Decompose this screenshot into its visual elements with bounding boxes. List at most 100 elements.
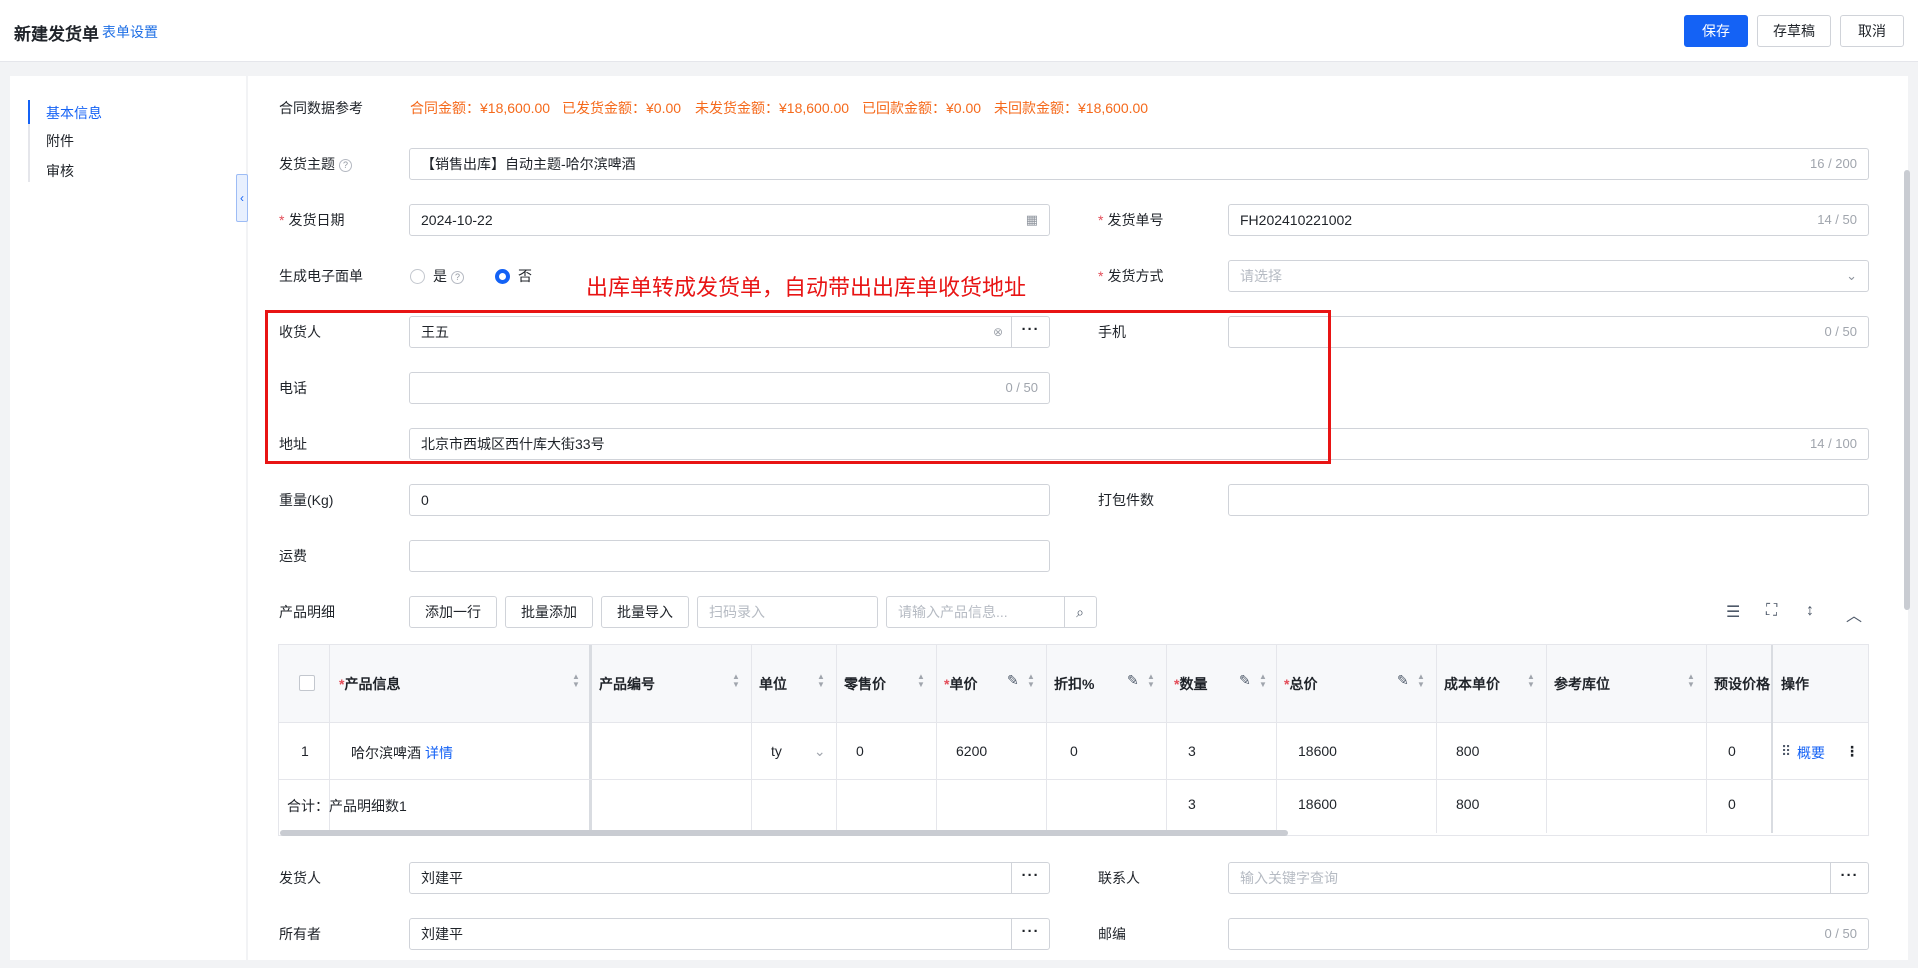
sidebar-item-review[interactable]: 审核 xyxy=(28,160,74,182)
col-total[interactable]: *总价 xyxy=(1284,674,1317,694)
sidebar-item-attachments[interactable]: 附件 xyxy=(28,130,74,152)
e-waybill-no-option[interactable]: 否 xyxy=(495,266,532,286)
help-icon[interactable]: ? xyxy=(451,271,464,284)
ship-date-label-text: 发货日期 xyxy=(288,212,345,228)
collapse-up-icon[interactable]: ︿ xyxy=(1846,602,1862,626)
ship-no-value: FH202410221002 xyxy=(1240,212,1353,228)
col-product-info[interactable]: *产品信息 xyxy=(339,674,400,694)
sort-icon[interactable]: ▲ ▼ xyxy=(1259,673,1267,689)
postcode-input[interactable]: 0 / 50 xyxy=(1228,918,1869,950)
contract-amount: 合同金额：¥18,600.00 xyxy=(410,100,551,116)
save-button[interactable]: 保存 xyxy=(1684,15,1748,47)
mobile-count: 0 / 50 xyxy=(1824,324,1857,339)
subject-input[interactable]: 【销售出库】自动主题-哈尔滨啤酒 16 / 200 xyxy=(409,148,1869,180)
total[interactable]: 18600 xyxy=(1298,743,1337,759)
unit-price[interactable]: 6200 xyxy=(956,743,987,759)
postcode-count: 0 / 50 xyxy=(1824,926,1857,941)
freight-input[interactable] xyxy=(409,540,1050,572)
sort-icon[interactable]: ▲ ▼ xyxy=(572,673,580,689)
more-vertical-icon[interactable]: ⋮ xyxy=(1845,743,1859,760)
more-icon[interactable]: ··· xyxy=(1830,863,1868,893)
contact-input[interactable]: 输入关键字查询 ··· xyxy=(1228,862,1869,894)
fullscreen-icon[interactable]: ⛶ xyxy=(1766,602,1777,620)
col-preset-price[interactable]: 预设价格 xyxy=(1714,674,1770,694)
ship-date-value: 2024-10-22 xyxy=(421,212,493,228)
discount[interactable]: 0 xyxy=(1070,743,1078,759)
sort-icon[interactable]: ▲ ▼ xyxy=(817,673,825,689)
col-discount[interactable]: 折扣% xyxy=(1054,674,1094,694)
sidebar-item-basic-info[interactable]: 基本信息 xyxy=(28,102,102,124)
sort-icon[interactable]: ▲ ▼ xyxy=(1527,673,1535,689)
highlight-box xyxy=(265,310,1331,464)
radio-no-label: 否 xyxy=(518,268,532,284)
calendar-icon[interactable]: ▦ xyxy=(1026,205,1038,235)
ship-date-picker[interactable]: 2024-10-22 ▦ xyxy=(409,204,1050,236)
col-unit[interactable]: 单位 xyxy=(759,674,787,694)
bulk-add-button[interactable]: 批量添加 xyxy=(505,596,593,628)
expand-vertical-icon[interactable]: ↕ xyxy=(1806,602,1814,620)
cost-price[interactable]: 800 xyxy=(1456,743,1479,759)
edit-icon[interactable]: ✎ xyxy=(1007,672,1019,689)
col-divider xyxy=(1166,645,1167,833)
product-search-input[interactable]: 请输入产品信息... ⌕ xyxy=(886,596,1097,628)
ship-no-input[interactable]: FH202410221002 14 / 50 xyxy=(1228,204,1869,236)
ship-method-placeholder: 请选择 xyxy=(1240,268,1282,284)
edit-icon[interactable]: ✎ xyxy=(1127,672,1139,689)
sort-icon[interactable]: ▲ ▼ xyxy=(917,673,925,689)
search-icon[interactable]: ⌕ xyxy=(1064,597,1096,627)
shipper-value: 刘建平 xyxy=(421,870,463,886)
unit-value: ty xyxy=(771,743,782,759)
col-divider xyxy=(1276,645,1277,833)
help-icon[interactable]: ? xyxy=(339,159,352,172)
radio-yes[interactable] xyxy=(410,269,425,284)
sort-icon[interactable]: ▲ ▼ xyxy=(732,673,740,689)
page-vertical-scrollbar[interactable] xyxy=(1904,170,1910,610)
add-row-button[interactable]: 添加一行 xyxy=(409,596,497,628)
retail-price[interactable]: 0 xyxy=(856,743,864,759)
col-divider xyxy=(1546,645,1547,833)
table-horizontal-scrollbar[interactable] xyxy=(280,830,1288,836)
weight-label: 重量(Kg) xyxy=(279,492,334,508)
more-icon[interactable]: ··· xyxy=(1011,863,1049,893)
packages-input[interactable] xyxy=(1228,484,1869,516)
summary-link[interactable]: 概要 xyxy=(1797,743,1825,763)
sort-icon[interactable]: ▲ ▼ xyxy=(1687,673,1695,689)
sort-icon[interactable]: ▲ ▼ xyxy=(1027,673,1035,689)
drag-handle-icon[interactable]: ⠿ xyxy=(1781,743,1791,760)
form-settings-link[interactable]: 表单设置 xyxy=(102,22,158,42)
col-unit-price[interactable]: *单价 xyxy=(944,674,977,694)
quantity[interactable]: 3 xyxy=(1188,743,1196,759)
col-cost-price[interactable]: 成本单价 xyxy=(1444,674,1500,694)
ship-method-select[interactable]: 请选择 ⌄ xyxy=(1228,260,1869,292)
bulk-import-button[interactable]: 批量导入 xyxy=(601,596,689,628)
col-quantity[interactable]: *数量 xyxy=(1174,674,1207,694)
save-draft-button[interactable]: 存草稿 xyxy=(1757,15,1831,47)
cancel-button[interactable]: 取消 xyxy=(1840,15,1904,47)
edit-icon[interactable]: ✎ xyxy=(1397,672,1409,689)
preset-price[interactable]: 0 xyxy=(1728,743,1736,759)
col-divider xyxy=(1436,645,1437,833)
row-height-icon[interactable]: ☰ xyxy=(1726,602,1740,622)
subject-label: 发货主题? xyxy=(279,154,352,174)
col-retail-price[interactable]: 零售价 xyxy=(844,674,886,694)
weight-value: 0 xyxy=(421,492,429,508)
unit-select[interactable]: ty ⌄ xyxy=(771,743,826,760)
collapse-sidebar-icon[interactable]: ‹ xyxy=(236,174,248,222)
more-icon[interactable]: ··· xyxy=(1011,919,1049,949)
col-ref-location[interactable]: 参考库位 xyxy=(1554,674,1610,694)
owner-input[interactable]: 刘建平 ··· xyxy=(409,918,1050,950)
weight-input[interactable]: 0 xyxy=(409,484,1050,516)
scan-input[interactable]: 扫码录入 xyxy=(697,596,878,628)
product-detail-link[interactable]: 详情 xyxy=(425,743,453,763)
footer-qty: 3 xyxy=(1188,796,1196,812)
radio-no[interactable] xyxy=(495,269,510,284)
e-waybill-yes-option[interactable]: 是? xyxy=(410,266,464,286)
edit-icon[interactable]: ✎ xyxy=(1239,672,1251,689)
select-all-checkbox[interactable] xyxy=(299,675,315,691)
sort-icon[interactable]: ▲ ▼ xyxy=(1147,673,1155,689)
col-product-code[interactable]: 产品编号 xyxy=(599,674,655,694)
shipper-label: 发货人 xyxy=(279,870,321,886)
shipper-input[interactable]: 刘建平 ··· xyxy=(409,862,1050,894)
unshipped-amount: 未发货金额：¥18,600.00 xyxy=(695,100,850,116)
sort-icon[interactable]: ▲ ▼ xyxy=(1417,673,1425,689)
